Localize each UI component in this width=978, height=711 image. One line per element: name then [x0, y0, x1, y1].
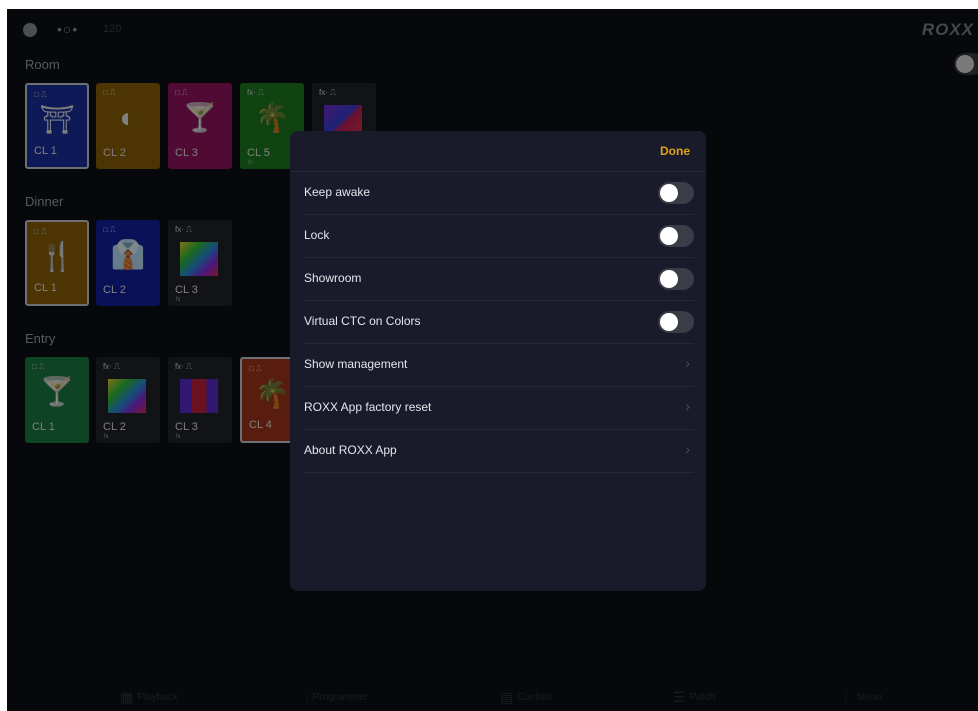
settings-row[interactable]: Lock: [304, 214, 694, 258]
settings-row-label: Keep awake: [304, 185, 371, 199]
settings-row-label: Virtual CTC on Colors: [304, 314, 421, 328]
settings-row[interactable]: Virtual CTC on Colors: [304, 300, 694, 344]
settings-row[interactable]: About ROXX App ›: [304, 429, 694, 473]
toggle-knob: [660, 227, 678, 245]
modal-header: Done: [290, 131, 706, 172]
done-button[interactable]: Done: [660, 144, 690, 158]
toggle-switch[interactable]: [658, 225, 694, 247]
toggle-knob: [660, 270, 678, 288]
toggle-switch[interactable]: [658, 311, 694, 333]
settings-row-label: About ROXX App: [304, 443, 397, 457]
toggle-switch[interactable]: [658, 182, 694, 204]
chevron-right-icon: ›: [685, 398, 690, 414]
app-screen: •○• 120 ROXX Room □ ⎍ ⛩ CL 1 □ ⎍ ◐ CL 2 □ ⎍ 🍸 CL …: [7, 9, 978, 711]
chevron-right-icon: ›: [685, 355, 690, 371]
toggle-knob: [660, 184, 678, 202]
settings-row-label: Showroom: [304, 271, 362, 285]
toggle-switch[interactable]: [658, 268, 694, 290]
settings-row[interactable]: Show management ›: [304, 343, 694, 387]
toggle-knob: [660, 313, 678, 331]
settings-row[interactable]: ROXX App factory reset ›: [304, 386, 694, 430]
settings-row-label: Lock: [304, 228, 330, 242]
settings-row-label: Show management: [304, 357, 408, 371]
settings-row-label: ROXX App factory reset: [304, 400, 432, 414]
settings-modal: Done Keep awake Lock Showroom Virtual CTC o…: [290, 131, 706, 591]
settings-row[interactable]: Showroom: [304, 257, 694, 301]
settings-row[interactable]: Keep awake: [304, 171, 694, 215]
chevron-right-icon: ›: [685, 441, 690, 457]
